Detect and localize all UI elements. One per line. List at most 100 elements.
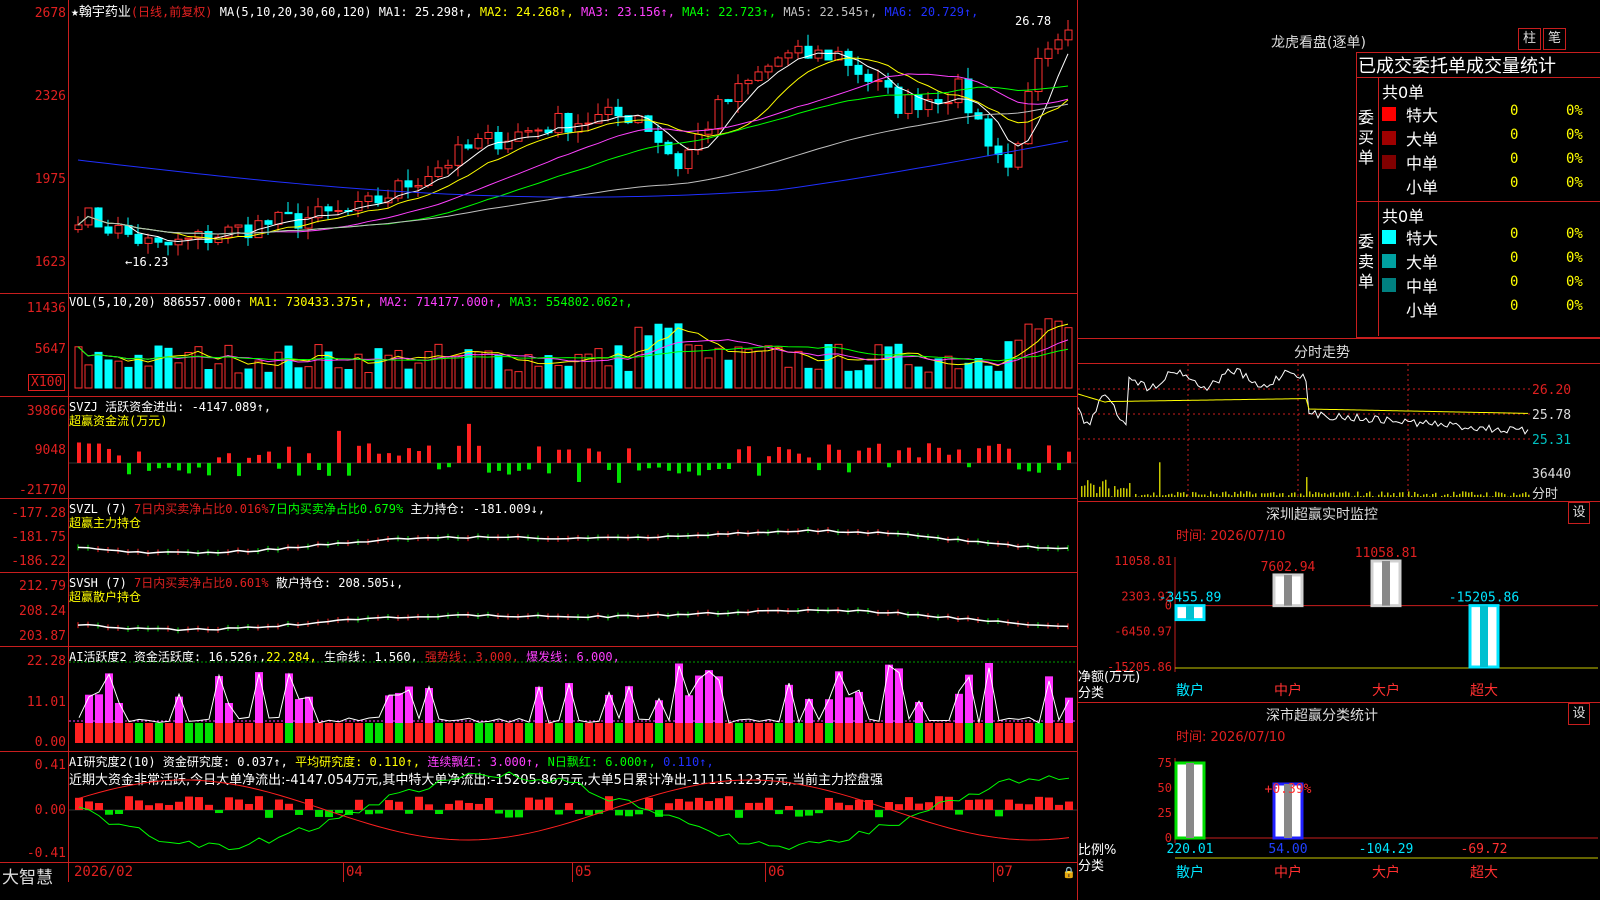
- buy-swatch-1: [1382, 107, 1396, 121]
- research-bar: [185, 796, 193, 810]
- volume-bar: [774, 346, 783, 389]
- research-bar: [935, 796, 943, 810]
- candle-body: [764, 65, 773, 73]
- classify-bar-chart: 7550250220.01散户54.00中户-104.29大户-69.72超大+…: [1158, 756, 1598, 881]
- ai-activity-panel[interactable]: AI活跃度2 资金活跃度: 16.526↑,22.284, 生命线: 1.560…: [69, 647, 1077, 751]
- activity-bar: [735, 723, 743, 743]
- research-bar: [725, 796, 733, 810]
- svzj-bar: [587, 448, 591, 463]
- candle-body: [724, 99, 733, 103]
- fs-vol-bar: [1522, 493, 1524, 497]
- monitor-category-label: 散户: [1176, 682, 1204, 699]
- volume-bar: [564, 365, 573, 389]
- activity-bar: [855, 723, 863, 743]
- activity-bar: [615, 723, 623, 743]
- ai2-ytick-3: -0.41: [26, 846, 66, 861]
- tick-view-button[interactable]: 笔: [1543, 28, 1566, 50]
- fs-vol-bar: [1408, 491, 1410, 497]
- svzl-panel[interactable]: SVZL (7) 7日内买卖净占比0.016%7日内买卖净占比0.679% 主力…: [69, 499, 1077, 572]
- svzj-bar: [777, 446, 781, 463]
- ma60-line: [77, 103, 1069, 235]
- fs-vol-bar: [1183, 492, 1185, 497]
- activity-bar: [335, 723, 343, 743]
- research-bar: [135, 800, 143, 810]
- svsh-ytick-1: 212.79: [19, 579, 66, 594]
- activity-bar: [535, 723, 543, 743]
- activity-burst-bar: [395, 692, 403, 723]
- volume-bar: [374, 348, 383, 389]
- research-bar: [605, 796, 613, 810]
- fs-vol-bar: [1246, 491, 1248, 497]
- volume-bar: [794, 350, 803, 389]
- main-price-panel[interactable]: ★翰宇药业(日线,前复权) MA(5,10,20,30,60,120) MA1:…: [69, 0, 1077, 293]
- fs-vol-bar: [1282, 493, 1284, 497]
- research-bar: [255, 796, 263, 810]
- volume-bar: [314, 344, 323, 389]
- research-bar: [145, 805, 153, 810]
- svzj-bar: [117, 455, 121, 463]
- brand-label: 大智慧: [2, 868, 53, 888]
- research-bar: [815, 810, 823, 814]
- intraday-panel[interactable]: 分时走势 26.20 25.78 25.31 36440 分时: [1077, 339, 1600, 502]
- fs-vol-bar: [1177, 491, 1179, 497]
- activity-bar: [1035, 723, 1043, 743]
- volume-bar: [114, 360, 123, 389]
- lock-icon[interactable]: 🔒: [1062, 866, 1076, 879]
- fs-vol-bar: [1276, 495, 1278, 497]
- fs-vol-bar: [1123, 487, 1125, 497]
- fs-vol-bar: [1303, 495, 1305, 497]
- research-bar: [685, 801, 693, 810]
- svzj-bar: [747, 446, 751, 463]
- svzj-panel[interactable]: SVZJ 活跃资金进出: -4147.089↑, 超赢资金流(万元): [69, 397, 1077, 498]
- volume-bar: [984, 365, 993, 389]
- volume-bar: [144, 365, 153, 389]
- fs-vol-bar: [1150, 495, 1152, 497]
- research-bar: [785, 805, 793, 810]
- candle-body: [744, 79, 753, 85]
- classify-ytick: 75: [1158, 756, 1172, 770]
- svzj-bar: [457, 445, 461, 463]
- svzj-bar: [787, 449, 791, 463]
- svsh-panel[interactable]: SVSH (7) 7日内买卖净占比0.601% 散户持仓: 208.505↓, …: [69, 573, 1077, 646]
- volume-bar: [894, 343, 903, 389]
- buy-row-pct: 0%: [1566, 151, 1583, 167]
- fs-vol-bar: [1219, 495, 1221, 497]
- volume-bar: [764, 345, 773, 389]
- svzj-bar: [807, 457, 811, 463]
- svzj-bar: [107, 448, 111, 463]
- fs-vol-bar: [1459, 493, 1461, 497]
- monitor-value-label: -3455.89: [1159, 591, 1222, 606]
- ai-research-panel[interactable]: AI研究度2(10) 资金研究度: 0.037↑, 平均研究度: 0.110↑,…: [69, 752, 1077, 862]
- volume-panel[interactable]: VOL(5,10,20) 886557.000↑ MA1: 730433.375…: [69, 294, 1077, 396]
- candle-body: [474, 138, 483, 149]
- fs-vol-bar: [1111, 496, 1113, 497]
- fs-vol-bar: [1498, 492, 1500, 497]
- activity-bar: [425, 723, 433, 743]
- activity-bar: [225, 723, 233, 743]
- activity-bar: [885, 723, 893, 743]
- activity-bar: [655, 723, 663, 743]
- activity-bar: [475, 723, 483, 743]
- activity-bar: [775, 723, 783, 743]
- activity-bar: [785, 723, 793, 743]
- volume-bar: [964, 362, 973, 389]
- activity-bar: [835, 723, 843, 743]
- volume-bar: [104, 359, 113, 389]
- volume-bar: [344, 368, 353, 389]
- column-view-button[interactable]: 柱: [1518, 28, 1541, 50]
- fs-vol-bar: [1447, 493, 1449, 497]
- activity-bar: [295, 723, 303, 743]
- activity-burst-bar: [845, 697, 853, 723]
- research-bar: [675, 798, 683, 810]
- research-bar: [955, 810, 963, 815]
- monitor-category-label: 中户: [1274, 682, 1302, 699]
- volume-bar: [494, 354, 503, 389]
- high-price-label: 26.78: [1015, 14, 1052, 28]
- svzj-bar: [487, 463, 491, 473]
- svzj-bar: [1037, 463, 1041, 473]
- fs-vol-bar: [1255, 493, 1257, 497]
- fs-vol-bar: [1399, 492, 1401, 497]
- svzj-bar: [867, 447, 871, 463]
- fs-vol-bar: [1207, 495, 1209, 497]
- volume-bar: [554, 364, 563, 389]
